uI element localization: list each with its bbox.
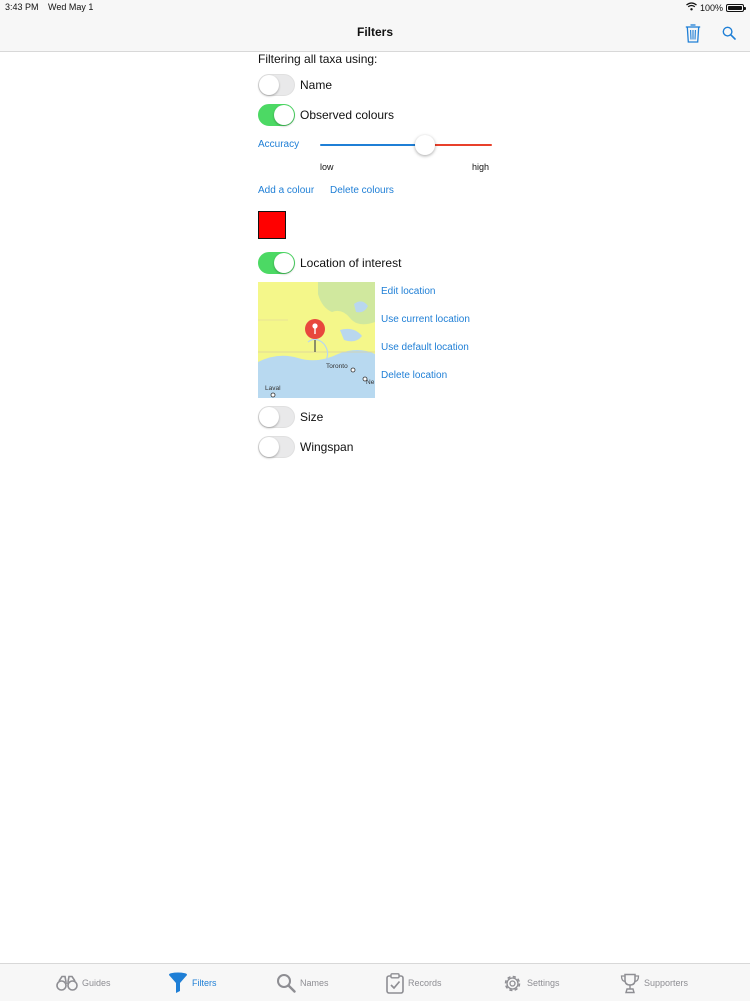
edit-location-link[interactable]: Edit location — [381, 286, 435, 297]
gear-icon — [504, 975, 521, 991]
map-city-dot — [270, 392, 276, 398]
trophy-icon — [620, 973, 640, 993]
add-colour-link[interactable]: Add a colour — [258, 185, 314, 196]
magnifier-icon — [277, 974, 296, 993]
battery-fill — [728, 5, 742, 10]
tab-names[interactable]: Names — [276, 971, 329, 995]
delete-location-link[interactable]: Delete location — [381, 370, 447, 381]
toggle-knob — [259, 437, 279, 457]
toggle-knob — [259, 407, 279, 427]
binoculars-icon — [56, 975, 78, 991]
accuracy-label: Accuracy — [258, 139, 300, 150]
tab-bar: Guides Filters Names Records Settings Su… — [0, 963, 750, 1001]
tab-label: Names — [300, 978, 329, 988]
tab-label: Guides — [82, 978, 111, 988]
wingspan-label: Wingspan — [300, 440, 354, 454]
size-label: Size — [300, 410, 324, 424]
tab-label: Supporters — [644, 978, 689, 988]
location-row: Location of interest — [258, 251, 401, 275]
map-label-partial: Ne — [366, 379, 375, 386]
observed-colours-toggle[interactable] — [258, 104, 295, 126]
map-city-dot — [350, 367, 356, 373]
location-toggle[interactable] — [258, 252, 295, 274]
name-toggle[interactable] — [258, 74, 295, 96]
tab-settings[interactable]: Settings — [502, 971, 560, 995]
location-map[interactable]: Toronto Ne Laval — [258, 282, 375, 398]
status-bar: 3:43 PM Wed May 1 100% — [0, 0, 750, 14]
size-row: Size — [258, 405, 323, 429]
search-button[interactable] — [718, 22, 740, 44]
navigation-bar: Filters — [0, 14, 750, 52]
wingspan-row: Wingspan — [258, 435, 353, 459]
filters-heading: Filtering all taxa using: — [258, 52, 378, 66]
map-label-toronto: Toronto — [326, 363, 348, 370]
observed-colours-row: Observed colours — [258, 103, 394, 127]
wingspan-toggle[interactable] — [258, 436, 295, 458]
status-time: 3:43 PM — [5, 2, 39, 12]
tab-label: Settings — [527, 978, 560, 988]
search-icon — [722, 26, 736, 40]
tab-filters[interactable]: Filters — [168, 971, 217, 995]
slider-track-min — [320, 144, 417, 146]
toggle-knob — [274, 253, 294, 273]
observed-colours-label: Observed colours — [300, 108, 395, 122]
size-toggle[interactable] — [258, 406, 295, 428]
tab-supporters[interactable]: Supporters — [620, 971, 688, 995]
battery-icon — [726, 3, 746, 12]
tab-records[interactable]: Records — [386, 971, 442, 995]
status-right: 100% — [686, 2, 746, 13]
location-label: Location of interest — [300, 256, 402, 270]
use-default-location-link[interactable]: Use default location — [381, 342, 469, 353]
status-date: Wed May 1 — [48, 2, 94, 12]
name-label: Name — [300, 78, 333, 92]
delete-colours-link[interactable]: Delete colours — [330, 185, 394, 196]
tab-label: Records — [408, 978, 442, 988]
battery-percent: 100% — [699, 2, 723, 13]
wifi-icon — [686, 2, 697, 13]
page-title: Filters — [356, 25, 393, 39]
map-label-laval: Laval — [265, 385, 281, 392]
toggle-knob — [259, 75, 279, 95]
slider-low-label: low — [320, 162, 334, 172]
toggle-knob — [274, 105, 294, 125]
colour-swatch[interactable] — [258, 211, 286, 239]
trash-button[interactable] — [682, 22, 704, 44]
accuracy-slider[interactable] — [320, 135, 492, 155]
slider-high-label: high — [472, 162, 490, 172]
trash-icon — [685, 24, 701, 43]
use-current-location-link[interactable]: Use current location — [381, 314, 470, 325]
tab-guides[interactable]: Guides — [56, 971, 111, 995]
slider-thumb[interactable] — [415, 135, 435, 155]
name-filter-row: Name — [258, 73, 332, 97]
tab-label: Filters — [192, 978, 217, 988]
slider-track-max — [433, 144, 492, 146]
funnel-icon — [169, 972, 187, 993]
clipboard-icon — [386, 972, 404, 994]
map-drawing: Toronto Ne Laval — [258, 282, 375, 398]
